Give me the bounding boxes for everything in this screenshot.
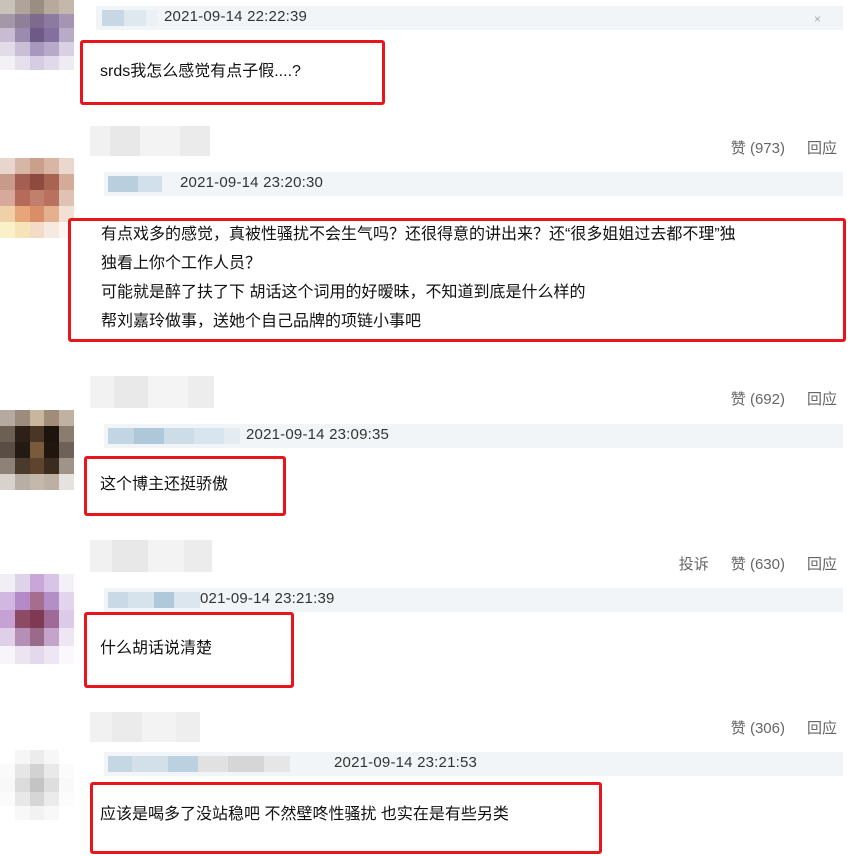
reply-button[interactable]: 回应 <box>807 553 837 574</box>
reply-button[interactable]: 回应 <box>807 717 837 738</box>
comment-timestamp: 2021-09-14 22:22:39 <box>164 8 308 25</box>
comment-line: 这个博主还挺骄傲 <box>100 476 229 493</box>
comment-actions: 赞 (973) 回应 <box>731 137 837 158</box>
comment-line: 应该是喝多了没站稳吧 不然壁咚性骚扰 也实在是有些另类 <box>100 806 509 823</box>
username-blurred[interactable] <box>90 126 210 156</box>
comment-actions: 投诉 赞 (630) 回应 <box>679 553 837 574</box>
comment-text: srds我怎么感觉有点子假....? <box>100 58 301 86</box>
reply-button[interactable]: 回应 <box>807 137 837 158</box>
comment-meta-bar: 021-09-14 23:21:39 <box>104 588 843 612</box>
comment-actions: 赞 (306) 回应 <box>731 717 837 738</box>
comment-item: 赞 (306) 回应 2021-09-14 23:21:53 应该是喝多了没站稳… <box>0 700 865 856</box>
like-button[interactable]: 赞 (692) <box>731 388 785 409</box>
username-blurred[interactable] <box>108 592 200 608</box>
comment-actions: 赞 (692) 回应 <box>731 388 837 409</box>
comment-meta-bar: 2021-09-14 23:09:35 <box>104 424 843 448</box>
comment-line: 什么胡话说清楚 <box>100 640 213 657</box>
comment-item: 赞 (973) 回应 2021-09-14 23:20:30 有点戏多的感觉，真… <box>0 120 865 350</box>
comment-timestamp: 021-09-14 23:21:39 <box>200 590 335 607</box>
reply-button[interactable]: 回应 <box>807 388 837 409</box>
comment-text: 什么胡话说清楚 <box>100 635 212 663</box>
username-blurred[interactable] <box>90 376 214 408</box>
avatar[interactable] <box>0 410 74 490</box>
username-blurred[interactable] <box>108 756 290 772</box>
username-blurred[interactable] <box>108 428 240 444</box>
like-button[interactable]: 赞 (973) <box>731 137 785 158</box>
comment-item: 投诉 赞 (630) 回应 021-09-14 23:21:39 什么胡话说清楚 <box>0 536 865 696</box>
comment-meta-bar: 2021-09-14 23:21:53 <box>104 752 843 776</box>
comment-timestamp: 2021-09-14 23:09:35 <box>246 426 390 443</box>
comment-line: 独看上你个工作人员？ <box>101 255 262 272</box>
avatar[interactable] <box>0 0 74 70</box>
comment-text: 应该是喝多了没站稳吧 不然壁咚性骚扰 也实在是有些另类 <box>100 801 509 829</box>
comment-line: 可能就是醉了扶了下 胡话这个词用的好暧昧，不知道到底是什么样的 <box>101 284 586 301</box>
like-button[interactable]: 赞 (630) <box>731 553 785 574</box>
report-button[interactable]: 投诉 <box>679 553 709 574</box>
comment-line: 帮刘嘉玲做事，送她个自己品牌的项链小事吧 <box>101 313 422 330</box>
avatar[interactable] <box>0 750 74 820</box>
comment-text: 有点戏多的感觉，真被性骚扰不会生气吗？还很得意的讲出来？还“很多姐姐过去都不理”… <box>101 220 736 336</box>
comment-meta-bar: 2021-09-14 22:22:39 × <box>96 6 843 30</box>
comment-meta-bar: 2021-09-14 23:20:30 <box>104 172 843 196</box>
username-blurred[interactable] <box>108 176 162 192</box>
comment-timestamp: 2021-09-14 23:21:53 <box>334 754 478 771</box>
comment-item: 2021-09-14 22:22:39 × srds我怎么感觉有点子假....? <box>0 0 865 110</box>
username-blurred[interactable] <box>90 712 200 742</box>
like-button[interactable]: 赞 (306) <box>731 717 785 738</box>
comment-line: srds我怎么感觉有点子假....? <box>100 63 301 80</box>
avatar[interactable] <box>0 574 74 664</box>
comment-text: 这个博主还挺骄傲 <box>100 471 228 499</box>
comment-timestamp: 2021-09-14 23:20:30 <box>180 174 324 191</box>
username-blurred[interactable] <box>90 540 212 572</box>
username-blurred[interactable] <box>102 10 158 26</box>
comment-line: 有点戏多的感觉，真被性骚扰不会生气吗？还很得意的讲出来？还“很多姐姐过去都不理”… <box>101 226 736 243</box>
avatar[interactable] <box>0 158 74 238</box>
close-icon[interactable]: × <box>814 12 821 26</box>
comment-item: 赞 (692) 回应 2021-09-14 23:09:35 这个博主还挺骄傲 <box>0 372 865 522</box>
